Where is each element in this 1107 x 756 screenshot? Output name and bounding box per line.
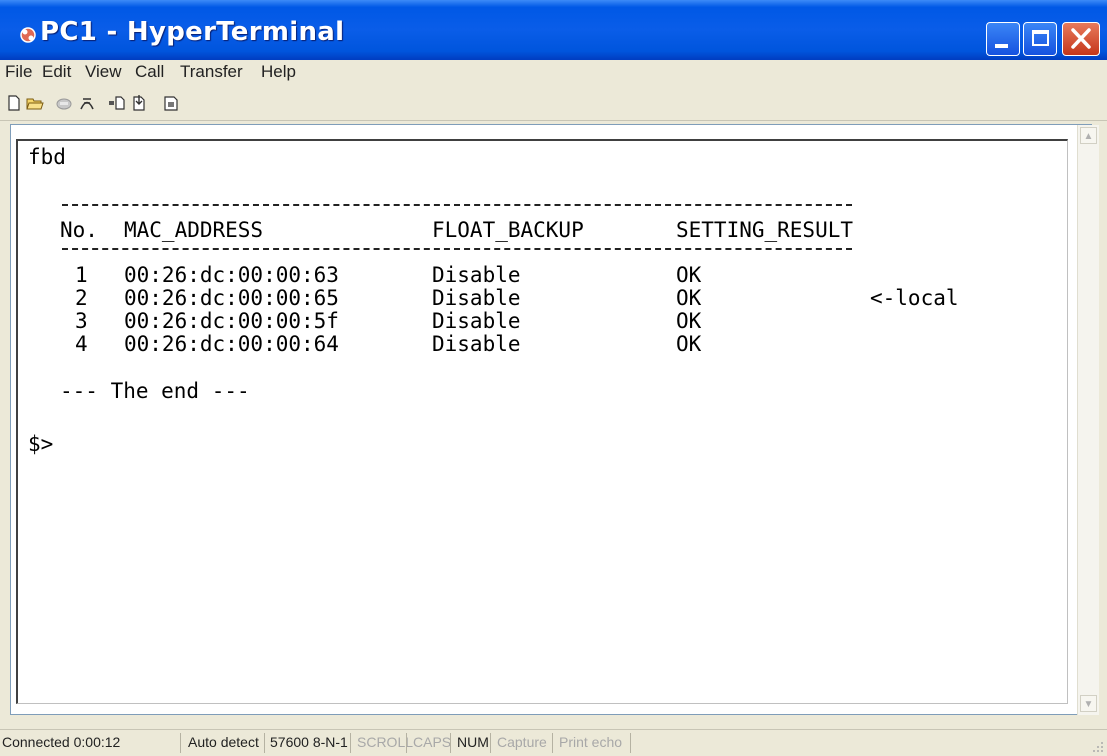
row-mac: 00:26:dc:00:00:5f [124, 309, 339, 333]
header-no: No. [60, 218, 98, 242]
new-icon[interactable] [5, 94, 23, 112]
title-bar[interactable]: PC1 - HyperTerminal [0, 0, 1107, 60]
resize-grip-icon[interactable] [1090, 739, 1104, 753]
scroll-up-icon[interactable]: ▲ [1080, 127, 1097, 144]
menu-transfer[interactable]: Transfer [180, 62, 243, 82]
table-divider-top [62, 204, 852, 206]
menu-edit[interactable]: Edit [42, 62, 71, 82]
row-no: 3 [75, 309, 88, 333]
row-mac: 00:26:dc:00:00:65 [124, 286, 339, 310]
row-no: 2 [75, 286, 88, 310]
status-bar: Connected 0:00:12 Auto detect 57600 8-N-… [0, 729, 1107, 756]
scroll-down-icon[interactable]: ▼ [1080, 695, 1097, 712]
status-separator [450, 733, 451, 753]
row-no: 1 [75, 263, 88, 287]
menu-bar: File Edit View Call Transfer Help [0, 60, 1107, 86]
row-result: OK [676, 332, 702, 356]
status-connected: Connected 0:00:12 [2, 734, 121, 750]
status-scroll: SCROLL [357, 734, 414, 750]
status-print-echo: Print echo [559, 734, 623, 750]
menu-view[interactable]: View [85, 62, 122, 82]
table-divider-bottom [62, 248, 852, 250]
row-float: Disable [432, 286, 521, 310]
row-result: OK [676, 286, 702, 310]
row-mac: 00:26:dc:00:00:64 [124, 332, 339, 356]
open-icon[interactable] [26, 94, 44, 112]
status-detect: Auto detect [188, 734, 259, 750]
menu-call[interactable]: Call [135, 62, 164, 82]
status-separator [630, 733, 631, 753]
row-mac: 00:26:dc:00:00:63 [124, 263, 339, 287]
header-float: FLOAT_BACKUP [432, 218, 584, 242]
close-button[interactable] [1062, 22, 1100, 56]
dial-icon[interactable] [78, 94, 96, 112]
row-result: OK [676, 309, 702, 333]
menu-help[interactable]: Help [261, 62, 296, 82]
toolbar [0, 86, 1107, 121]
row-float: Disable [432, 332, 521, 356]
row-float: Disable [432, 263, 521, 287]
vertical-scrollbar[interactable]: ▲ ▼ [1077, 125, 1099, 715]
receive-icon[interactable] [130, 94, 148, 112]
send-icon[interactable] [108, 94, 126, 112]
minimize-button[interactable] [986, 22, 1020, 56]
header-mac: MAC_ADDRESS [124, 218, 264, 242]
status-separator [406, 733, 407, 753]
disconnect-icon[interactable] [55, 94, 73, 112]
local-marker: <-local [870, 286, 959, 310]
status-caps: CAPS [413, 734, 452, 750]
maximize-icon [1032, 30, 1049, 46]
status-settings: 57600 8-N-1 [270, 734, 348, 750]
row-float: Disable [432, 309, 521, 333]
close-icon [1071, 28, 1091, 49]
maximize-button[interactable] [1023, 22, 1057, 56]
menu-file[interactable]: File [5, 62, 32, 82]
status-separator [264, 733, 265, 753]
status-separator [180, 733, 181, 753]
hyperterminal-icon [20, 27, 36, 43]
status-num: NUM [457, 734, 489, 750]
status-separator [552, 733, 553, 753]
status-capture: Capture [497, 734, 547, 750]
minimize-icon [995, 44, 1008, 48]
status-separator [350, 733, 351, 753]
end-marker: --- The end --- [60, 379, 250, 403]
window-title: PC1 - HyperTerminal [40, 17, 345, 47]
prompt: $> [28, 432, 54, 456]
row-result: OK [676, 263, 702, 287]
row-no: 4 [75, 332, 88, 356]
status-separator [490, 733, 491, 753]
properties-icon[interactable] [162, 94, 180, 112]
header-result: SETTING_RESULT [676, 218, 854, 242]
command-text: fbd [28, 145, 66, 169]
